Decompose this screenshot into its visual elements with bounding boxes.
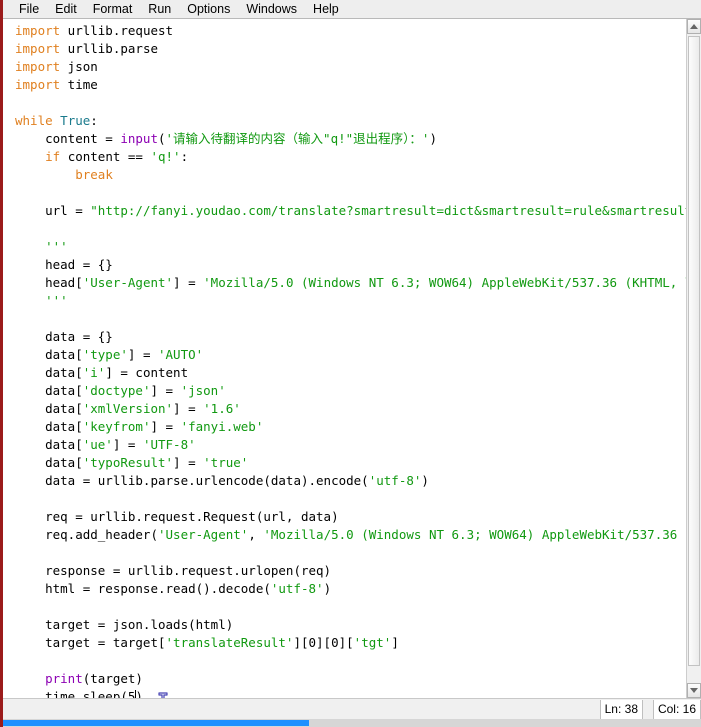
code-line[interactable]: time.sleep(5) (3, 688, 686, 698)
code-line[interactable] (3, 94, 686, 112)
code-line[interactable] (3, 598, 686, 616)
code-line[interactable]: import urllib.parse (3, 40, 686, 58)
code-line[interactable]: req.add_header('User-Agent', 'Mozilla/5.… (3, 526, 686, 544)
code-line[interactable] (3, 490, 686, 508)
menu-item-windows[interactable]: Windows (238, 0, 305, 18)
status-column-number: Col: 16 (652, 700, 701, 719)
arrow-down-icon (690, 688, 698, 693)
code-line[interactable]: while True: (3, 112, 686, 130)
code-line[interactable]: print(target) (3, 670, 686, 688)
code-line[interactable] (3, 652, 686, 670)
code-line[interactable]: req = urllib.request.Request(url, data) (3, 508, 686, 526)
code-line[interactable]: ''' (3, 292, 686, 310)
menu-item-edit[interactable]: Edit (47, 0, 85, 18)
code-line[interactable]: target = json.loads(html) (3, 616, 686, 634)
code-line[interactable]: html = response.read().decode('utf-8') (3, 580, 686, 598)
code-line[interactable]: data = {} (3, 328, 686, 346)
code-line[interactable] (3, 184, 686, 202)
code-line[interactable]: data['typoResult'] = 'true' (3, 454, 686, 472)
code-line[interactable]: head['User-Agent'] = 'Mozilla/5.0 (Windo… (3, 274, 686, 292)
scroll-down-button[interactable] (687, 683, 701, 698)
code-line[interactable]: head = {} (3, 256, 686, 274)
code-line[interactable]: if content == 'q!': (3, 148, 686, 166)
horizontal-scrollbar-thumb[interactable] (3, 720, 309, 726)
code-line[interactable] (3, 220, 686, 238)
code-line[interactable]: import json (3, 58, 686, 76)
status-bar: Ln: 38 Col: 16 (3, 698, 701, 719)
code-line[interactable] (3, 544, 686, 562)
menu-item-run[interactable]: Run (140, 0, 179, 18)
code-line[interactable]: content = input('请输入待翻译的内容（输入"q!"退出程序）：'… (3, 130, 686, 148)
vertical-scrollbar[interactable] (686, 19, 701, 698)
menu-item-options[interactable]: Options (179, 0, 238, 18)
code-line[interactable]: ''' (3, 238, 686, 256)
scroll-up-button[interactable] (687, 19, 701, 34)
code-line[interactable]: data['ue'] = 'UTF-8' (3, 436, 686, 454)
code-line[interactable]: data = urllib.parse.urlencode(data).enco… (3, 472, 686, 490)
menu-bar: File Edit Format Run Options Windows Hel… (3, 0, 701, 19)
code-text-area[interactable]: import urllib.request import urllib.parse… (3, 19, 686, 698)
code-line[interactable]: data['keyfrom'] = 'fanyi.web' (3, 418, 686, 436)
editor-area[interactable]: import urllib.request import urllib.parse… (3, 19, 701, 698)
menu-item-help[interactable]: Help (305, 0, 347, 18)
idle-editor-window: File Edit Format Run Options Windows Hel… (0, 0, 701, 727)
code-line[interactable]: import urllib.request (3, 22, 686, 40)
code-line[interactable]: break (3, 166, 686, 184)
horizontal-scrollbar[interactable] (3, 719, 701, 727)
menu-item-format[interactable]: Format (85, 0, 141, 18)
menu-item-file[interactable]: File (11, 0, 47, 18)
code-line[interactable]: data['doctype'] = 'json' (3, 382, 686, 400)
code-line[interactable]: target = target['translateResult'][0][0]… (3, 634, 686, 652)
text-caret (134, 690, 136, 698)
code-line[interactable]: url = "http://fanyi.youdao.com/translate… (3, 202, 686, 220)
code-line[interactable]: response = urllib.request.urlopen(req) (3, 562, 686, 580)
status-line-number: Ln: 38 (599, 700, 643, 719)
arrow-up-icon (690, 24, 698, 29)
code-line[interactable]: data['i'] = content (3, 364, 686, 382)
code-line[interactable]: data['type'] = 'AUTO' (3, 346, 686, 364)
code-line[interactable]: data['xmlVersion'] = '1.6' (3, 400, 686, 418)
code-line[interactable]: import time (3, 76, 686, 94)
code-line[interactable] (3, 310, 686, 328)
vertical-scrollbar-thumb[interactable] (688, 36, 700, 666)
